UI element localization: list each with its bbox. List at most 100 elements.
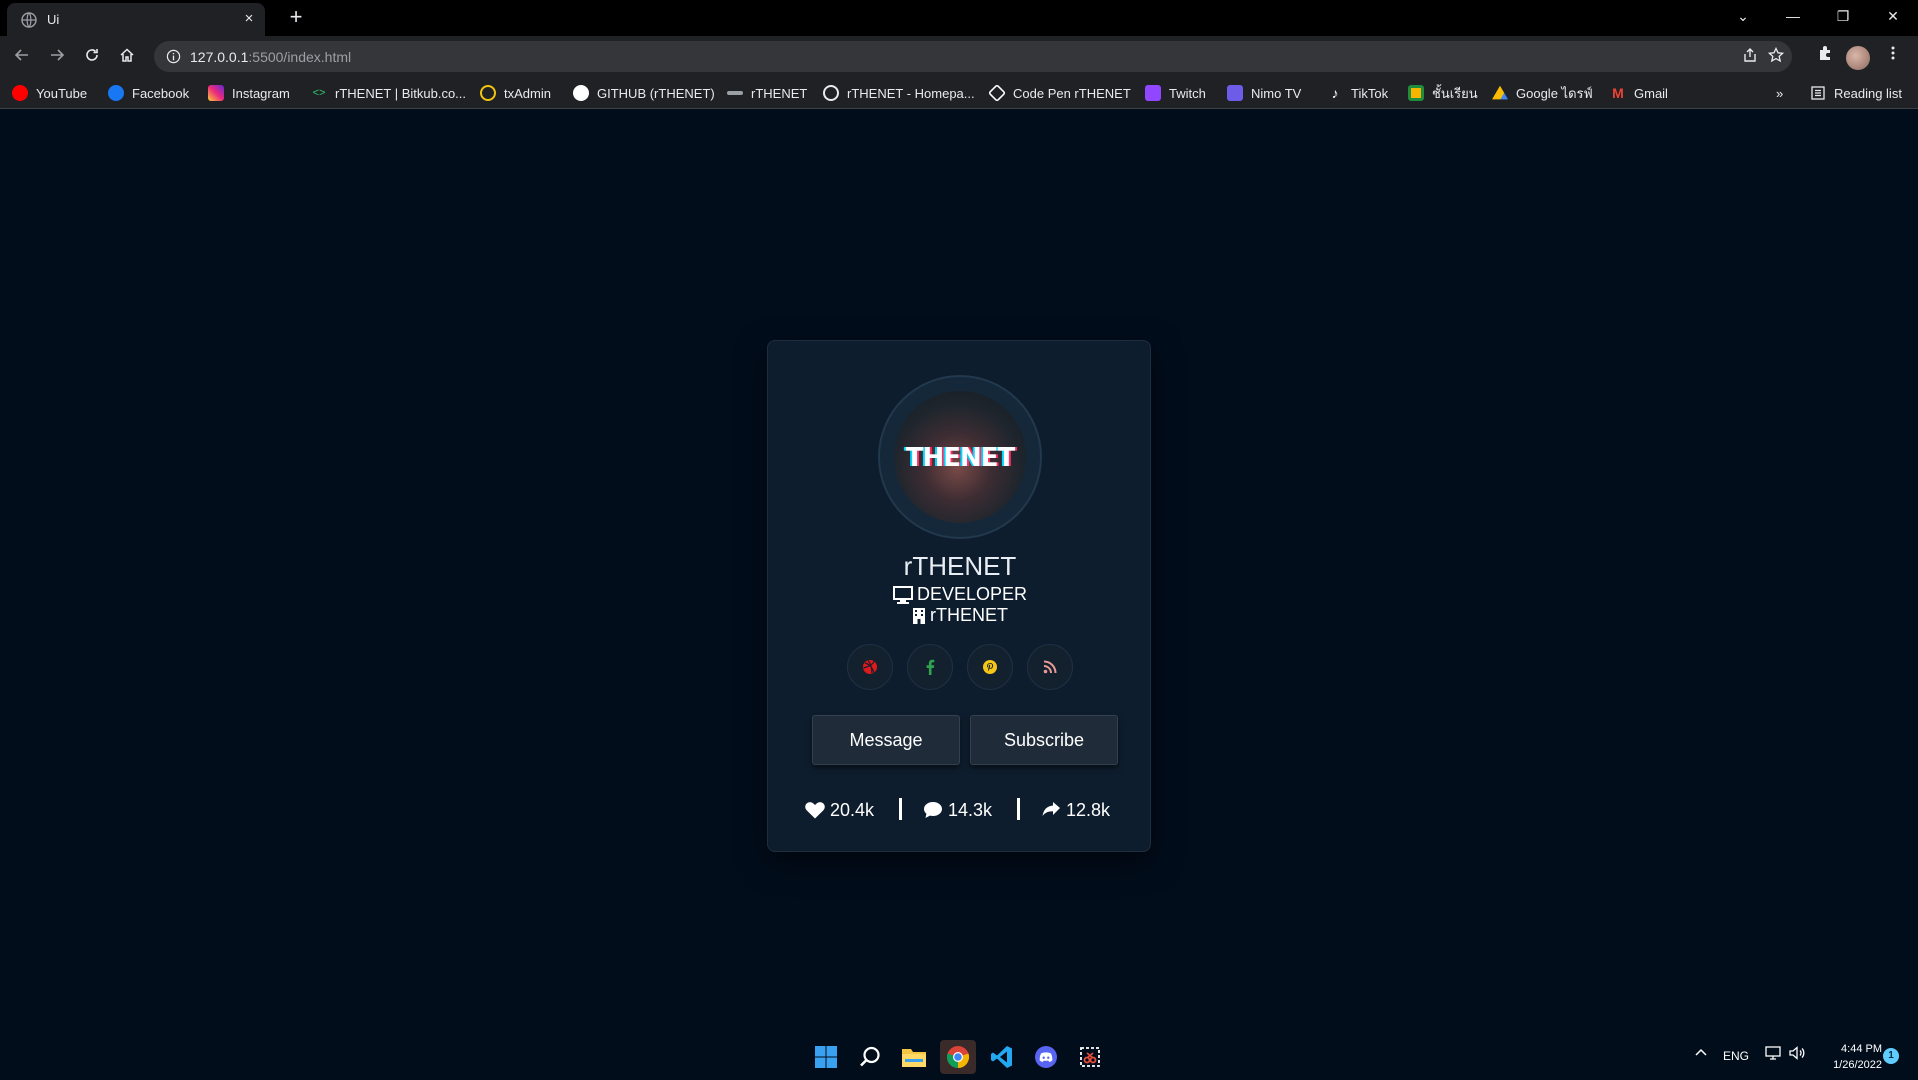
new-tab-button[interactable]: +: [284, 5, 308, 29]
minimize-button[interactable]: —: [1768, 0, 1818, 32]
notification-badge[interactable]: 1: [1883, 1048, 1899, 1064]
arrow-left-icon: [14, 49, 28, 61]
profile-stats: 20.4k 14.3k 12.8k: [768, 796, 1152, 824]
tiktok-icon: ♪: [1331, 85, 1339, 101]
twitch-icon: [1145, 85, 1161, 101]
profile-avatar-button[interactable]: [1846, 46, 1870, 70]
reading-list-button[interactable]: Reading list: [1810, 83, 1902, 103]
tab-title: Ui: [47, 12, 60, 27]
message-button[interactable]: Message: [812, 715, 960, 765]
extensions-icon[interactable]: [1812, 44, 1838, 70]
more-bookmarks-button[interactable]: »: [1776, 83, 1783, 103]
comments-stat: 14.3k: [923, 796, 992, 824]
stats-divider: [1017, 798, 1020, 820]
bookmark-github[interactable]: GITHUB (rTHENET): [573, 83, 715, 103]
show-hidden-icons-chevron-icon[interactable]: [1694, 1046, 1708, 1060]
clock-date: 1/26/2022: [1833, 1059, 1882, 1071]
taskbar-clock[interactable]: 4:44 PM 1/26/2022: [1818, 1041, 1882, 1073]
tab-search-button[interactable]: ⌄: [1718, 0, 1768, 32]
social-dribbble-button[interactable]: [847, 644, 893, 690]
comment-icon: [924, 802, 942, 818]
vscode-taskbar-button[interactable]: [984, 1040, 1020, 1074]
subscribe-button[interactable]: Subscribe: [970, 715, 1118, 765]
role-label: DEVELOPER: [916, 584, 1028, 604]
profile-company: rTHENET: [768, 605, 1152, 626]
home-button[interactable]: [114, 44, 140, 70]
bookmark-gmail[interactable]: M Gmail: [1610, 83, 1668, 103]
network-icon[interactable]: [1765, 1046, 1781, 1063]
social-pinterest-button[interactable]: [967, 644, 1013, 690]
bookmark-star-icon[interactable]: [1766, 46, 1786, 67]
shares-stat: 12.8k: [1041, 796, 1110, 824]
social-rss-button[interactable]: [1027, 644, 1073, 690]
bookmark-label: rTHENET | Bitkub.co...: [335, 85, 467, 101]
bookmark-label: Facebook: [132, 85, 190, 101]
bookmark-label: Code Pen rTHENET: [1013, 85, 1131, 101]
share-arrow-icon: [1042, 802, 1060, 816]
search-icon: [860, 1046, 880, 1067]
bookmark-youtube[interactable]: YouTube: [12, 83, 87, 103]
facebook-icon: [926, 659, 935, 675]
restore-button[interactable]: ❐: [1818, 0, 1868, 32]
discord-taskbar-button[interactable]: [1028, 1040, 1064, 1074]
bookmark-label: Instagram: [232, 85, 290, 101]
bookmark-label: rTHENET: [751, 85, 808, 101]
reading-list-icon: [1811, 86, 1825, 100]
volume-icon[interactable]: [1789, 1046, 1807, 1063]
file-explorer-icon: [902, 1049, 926, 1067]
share-icon[interactable]: [1740, 47, 1760, 67]
more-bookmarks-label: »: [1776, 85, 1784, 101]
reload-icon: [86, 49, 98, 61]
tab-close-icon[interactable]: ×: [239, 9, 259, 29]
bookmark-facebook[interactable]: Facebook: [108, 83, 189, 103]
back-button[interactable]: [9, 44, 35, 70]
start-button[interactable]: [808, 1040, 844, 1074]
bookmark-label: Nimo TV: [1251, 85, 1302, 101]
bookmark-txadmin[interactable]: txAdmin: [480, 83, 551, 103]
profile-card: THENET rTHENET DEVELOPER rTHENET Message…: [767, 340, 1151, 852]
language-indicator[interactable]: ENG: [1723, 1049, 1749, 1063]
bookmark-google-drive[interactable]: Google ไดรฟ์: [1492, 83, 1593, 103]
address-bar[interactable]: 127.0.0.1:5500/index.html: [154, 41, 1792, 72]
bookmark-classroom[interactable]: ชั้นเรียน: [1408, 83, 1478, 103]
bookmarks-bar: YouTube Facebook Instagram <> rTHENET | …: [0, 77, 1918, 109]
file-explorer-button[interactable]: [896, 1040, 932, 1074]
bookmark-nimotv[interactable]: Nimo TV: [1227, 83, 1301, 103]
codepen-icon: [987, 83, 1007, 103]
rss-icon: [1043, 660, 1057, 674]
menu-kebab-icon[interactable]: [1880, 44, 1906, 70]
bookmark-rthenet[interactable]: rTHENET: [727, 83, 807, 103]
reload-button[interactable]: [79, 44, 105, 70]
comments-count: 14.3k: [948, 799, 993, 820]
bookmark-bitkub[interactable]: <> rTHENET | Bitkub.co...: [311, 83, 466, 103]
taskbar-search-button[interactable]: [852, 1040, 888, 1074]
bookmark-label: YouTube: [36, 85, 88, 101]
desktop-icon: [892, 585, 913, 604]
url-text: 127.0.0.1:5500/index.html: [190, 49, 351, 65]
bookmark-twitch[interactable]: Twitch: [1145, 83, 1206, 103]
forward-button[interactable]: [44, 44, 70, 70]
url-host: 127.0.0.1: [190, 49, 249, 65]
clock-time: 4:44 PM: [1841, 1043, 1882, 1055]
info-icon[interactable]: [166, 49, 181, 64]
shares-count: 12.8k: [1066, 799, 1111, 820]
bookmark-label: Gmail: [1634, 85, 1668, 101]
bookmark-instagram[interactable]: Instagram: [208, 83, 290, 103]
bookmark-label: Google ไดรฟ์: [1516, 85, 1593, 101]
url-path: :5500/index.html: [248, 49, 352, 65]
browser-tab[interactable]: Ui ×: [7, 3, 265, 36]
avatar-ring: THENET: [878, 375, 1042, 539]
social-facebook-button[interactable]: [907, 644, 953, 690]
close-window-button[interactable]: ✕: [1868, 0, 1918, 32]
bookmark-label: txAdmin: [504, 85, 551, 101]
bookmark-homepage[interactable]: rTHENET - Homepa...: [823, 83, 975, 103]
bookmark-label: ชั้นเรียน: [1432, 85, 1478, 101]
snipping-tool-taskbar-button[interactable]: [1072, 1040, 1108, 1074]
bookmark-tiktok[interactable]: ♪ TikTok: [1327, 83, 1389, 103]
windows-taskbar: ENG: [0, 1032, 1918, 1080]
globe-icon: [823, 85, 839, 101]
home-icon: [120, 48, 134, 62]
bookmark-codepen[interactable]: Code Pen rTHENET: [987, 83, 1131, 103]
txadmin-icon: [480, 85, 496, 101]
chrome-taskbar-button[interactable]: [940, 1040, 976, 1074]
